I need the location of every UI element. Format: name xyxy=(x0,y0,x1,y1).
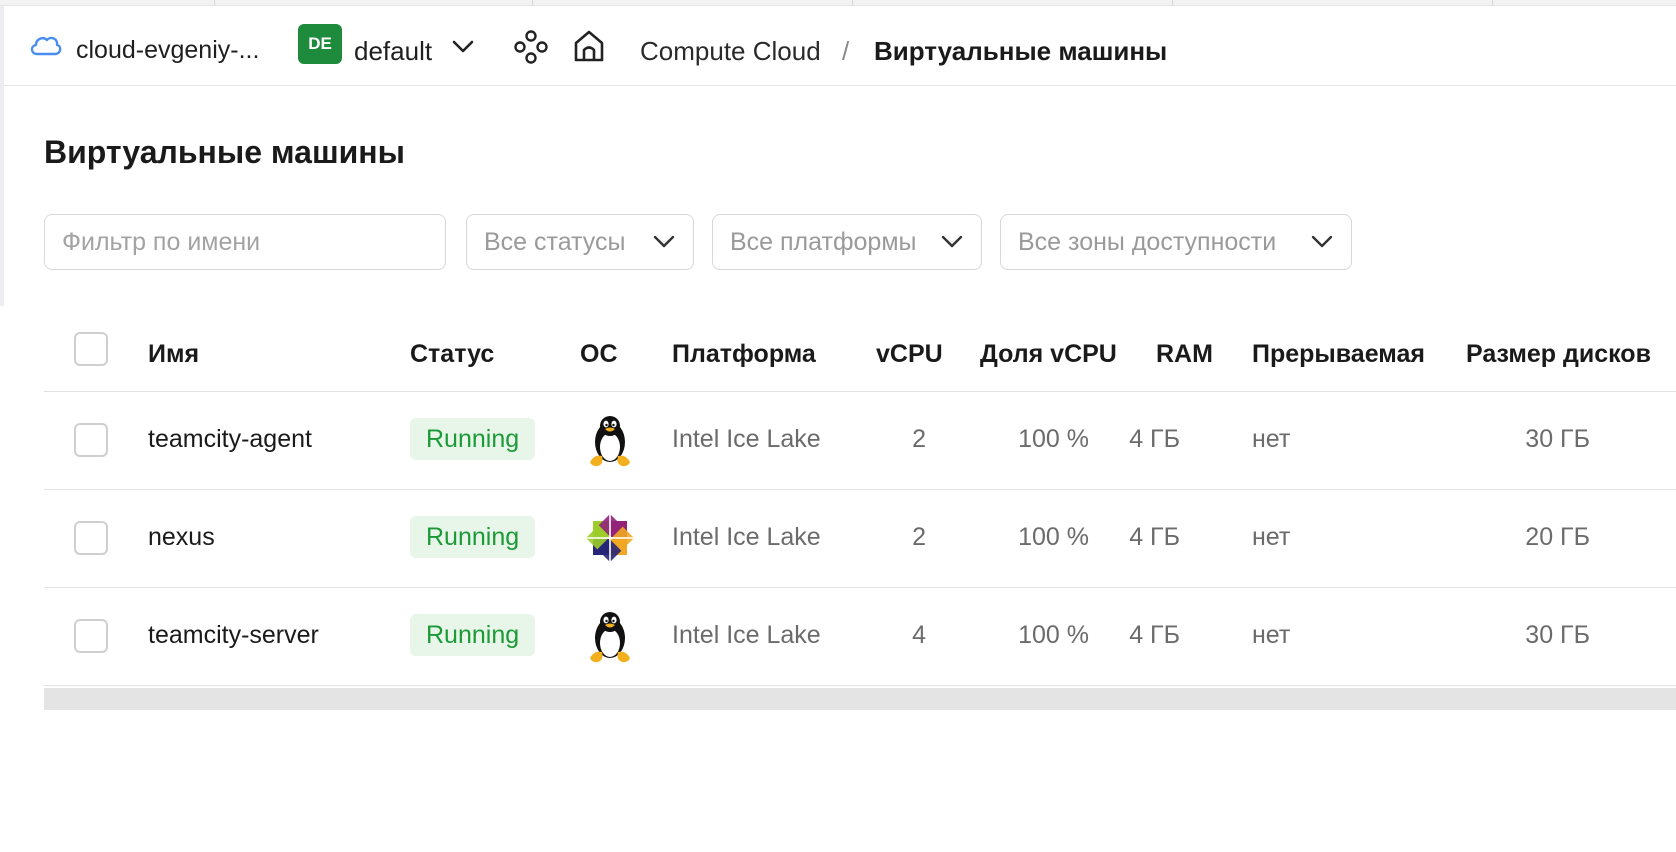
name-filter-input[interactable] xyxy=(62,227,445,257)
chevron-down-icon xyxy=(1311,235,1333,248)
row-checkbox[interactable] xyxy=(74,521,108,555)
name-filter-field[interactable] xyxy=(44,214,446,270)
folder-avatar[interactable]: DE xyxy=(298,24,342,64)
services-icon[interactable] xyxy=(514,30,548,64)
column-header-disk-size[interactable]: Размер дисков xyxy=(1466,340,1651,369)
breadcrumb-compute-cloud[interactable]: Compute Cloud xyxy=(640,36,821,67)
row-checkbox[interactable] xyxy=(74,423,108,457)
ram-value: 4 ГБ xyxy=(1129,425,1180,453)
linux-tux-icon xyxy=(590,416,630,467)
chevron-down-icon xyxy=(653,235,675,248)
disk-size-value: 20 ГБ xyxy=(1525,523,1590,551)
platform-filter-select[interactable]: Все платформы xyxy=(712,214,982,270)
status-badge: Running xyxy=(410,614,536,656)
chevron-down-icon[interactable] xyxy=(450,38,476,56)
row-checkbox[interactable] xyxy=(74,619,108,653)
column-header-platform[interactable]: Платформа xyxy=(672,340,816,369)
column-header-preemptible[interactable]: Прерываемая xyxy=(1252,340,1425,369)
vcpu-value: 4 xyxy=(912,621,926,649)
status-filter-select[interactable]: Все статусы xyxy=(466,214,694,270)
table-row[interactable]: teamcity-agent Running Intel Ice Lake 2 … xyxy=(44,392,1676,490)
top-bar: cloud-evgeniy-... DE default Compute Clo… xyxy=(4,6,1676,86)
column-header-status[interactable]: Статус xyxy=(410,340,494,369)
preemptible-value: нет xyxy=(1252,523,1291,551)
vm-name[interactable]: teamcity-server xyxy=(148,621,319,650)
chevron-down-icon xyxy=(941,235,963,248)
preemptible-value: нет xyxy=(1252,621,1291,649)
platform-filter-value: Все платформы xyxy=(730,227,917,256)
cloud-icon xyxy=(30,36,62,56)
ram-value: 4 ГБ xyxy=(1129,621,1180,649)
column-header-vcpu-share[interactable]: Доля vCPU xyxy=(980,340,1117,369)
table-header: Имя Статус ОС Платформа vCPU Доля vCPU R… xyxy=(44,318,1676,392)
platform-value: Intel Ice Lake xyxy=(672,425,821,453)
vm-name[interactable]: nexus xyxy=(148,523,215,552)
disk-size-value: 30 ГБ xyxy=(1525,425,1590,453)
horizontal-scrollbar[interactable] xyxy=(44,688,1676,710)
column-header-vcpu[interactable]: vCPU xyxy=(876,340,943,369)
linux-tux-icon xyxy=(590,612,630,663)
vm-name[interactable]: teamcity-agent xyxy=(148,425,312,454)
zone-filter-select[interactable]: Все зоны доступности xyxy=(1000,214,1352,270)
zone-filter-value: Все зоны доступности xyxy=(1018,227,1277,256)
home-icon[interactable] xyxy=(572,28,606,64)
breadcrumb-current: Виртуальные машины xyxy=(874,36,1168,66)
page-title: Виртуальные машины xyxy=(44,134,405,170)
status-badge: Running xyxy=(410,516,536,558)
select-all-checkbox[interactable] xyxy=(74,332,108,366)
vcpu-share-value: 100 % xyxy=(1018,621,1089,649)
table-row[interactable]: nexus Running Intel Ice Lake 2 100 % 4 Г… xyxy=(44,490,1676,588)
status-badge: Running xyxy=(410,418,536,460)
table-row[interactable]: teamcity-server Running Intel Ice Lake 4… xyxy=(44,588,1676,686)
cloud-selector[interactable]: cloud-evgeniy-... xyxy=(76,36,259,65)
column-header-name[interactable]: Имя xyxy=(148,340,199,369)
folder-selector[interactable]: default xyxy=(354,36,432,67)
preemptible-value: нет xyxy=(1252,425,1291,453)
column-header-os[interactable]: ОС xyxy=(580,340,618,369)
ram-value: 4 ГБ xyxy=(1129,523,1180,551)
vcpu-value: 2 xyxy=(912,523,926,551)
centos-icon xyxy=(585,513,635,563)
vcpu-share-value: 100 % xyxy=(1018,425,1089,453)
breadcrumb-separator: / xyxy=(842,36,850,66)
vcpu-share-value: 100 % xyxy=(1018,523,1089,551)
status-filter-value: Все статусы xyxy=(484,227,626,256)
vcpu-value: 2 xyxy=(912,425,926,453)
disk-size-value: 30 ГБ xyxy=(1525,621,1590,649)
platform-value: Intel Ice Lake xyxy=(672,621,821,649)
column-header-ram[interactable]: RAM xyxy=(1156,340,1213,369)
platform-value: Intel Ice Lake xyxy=(672,523,821,551)
